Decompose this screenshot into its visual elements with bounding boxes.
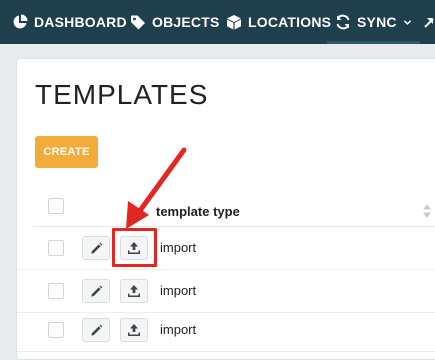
nav-objects[interactable]: OBJECTS	[130, 0, 220, 44]
row-checkbox[interactable]	[48, 322, 64, 338]
edit-button[interactable]	[82, 236, 110, 260]
nav-sync-label: SYNC	[357, 14, 397, 30]
nav-dashboard[interactable]: DASHBOARD	[12, 0, 127, 44]
table-row: import	[17, 227, 435, 270]
nav-dashboard-label: DASHBOARD	[34, 14, 127, 30]
top-navbar: DASHBOARD OBJECTS LOCATIONS SYNC	[0, 0, 435, 44]
table-row: import	[17, 309, 435, 352]
pie-chart-icon	[13, 14, 28, 29]
nav-objects-label: OBJECTS	[152, 14, 220, 30]
nav-locations-label: LOCATIONS	[248, 14, 332, 30]
template-type-cell: import	[160, 322, 197, 337]
template-type-cell: import	[160, 283, 197, 298]
table-row: import	[17, 270, 435, 313]
pencil-icon	[90, 242, 102, 254]
upload-button[interactable]	[120, 279, 148, 303]
sync-icon	[336, 14, 350, 30]
upload-button[interactable]	[120, 318, 148, 342]
edit-button[interactable]	[82, 318, 110, 342]
annotation-highlight-box	[112, 228, 157, 267]
edit-button[interactable]	[82, 279, 110, 303]
create-button[interactable]: CREATE	[35, 136, 98, 168]
pencil-icon	[90, 324, 102, 336]
pencil-icon	[90, 285, 102, 297]
cube-icon	[227, 15, 241, 30]
chevron-down-icon	[403, 19, 411, 25]
nav-sync[interactable]: SYNC	[327, 0, 420, 44]
nav-more[interactable]	[423, 0, 435, 44]
upload-icon	[128, 324, 140, 336]
tag-icon	[131, 15, 145, 30]
row-checkbox[interactable]	[48, 283, 64, 299]
page-title: TEMPLATES	[35, 79, 209, 110]
sort-icon[interactable]	[422, 203, 432, 219]
arrow-icon	[424, 18, 434, 28]
nav-locations[interactable]: LOCATIONS	[226, 0, 331, 44]
row-checkbox[interactable]	[48, 240, 64, 256]
upload-icon	[128, 285, 140, 297]
templates-panel: TEMPLATES CREATE template type import im…	[16, 58, 435, 360]
select-all-checkbox[interactable]	[48, 198, 64, 214]
column-header-template-type[interactable]: template type	[156, 204, 240, 219]
template-type-cell: import	[160, 240, 197, 255]
